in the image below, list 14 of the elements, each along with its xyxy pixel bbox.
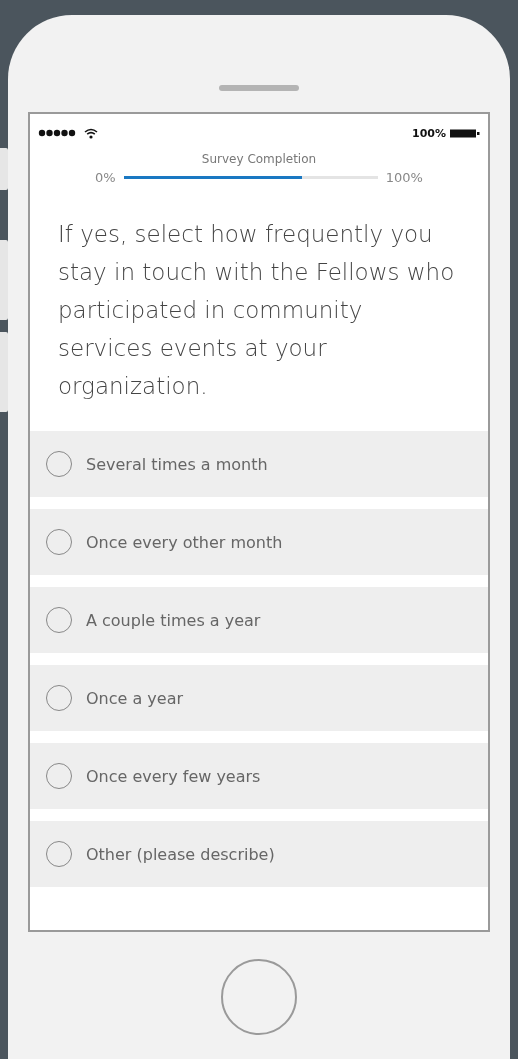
answer-option[interactable]: A couple times a year [30, 587, 488, 653]
wifi-icon [84, 127, 98, 139]
answer-option[interactable]: Once a year [30, 665, 488, 731]
answer-option[interactable]: Other (please describe) [30, 821, 488, 887]
battery-icon [450, 128, 480, 138]
answer-option[interactable]: Once every other month [30, 509, 488, 575]
question-text: If yes, select how frequently you stay in touch with the Fellows who participated in community services events at your organization. [58, 220, 456, 401]
battery-percentage: 100% [412, 126, 446, 140]
progress-end-label: 100% [385, 170, 423, 185]
home-button[interactable] [221, 959, 297, 1035]
progress-start-label: 0% [95, 170, 116, 185]
answer-option[interactable]: Several times a month [30, 431, 488, 497]
answer-option[interactable]: Once every few years [30, 743, 488, 809]
progress-title: Survey Completion [200, 152, 318, 166]
